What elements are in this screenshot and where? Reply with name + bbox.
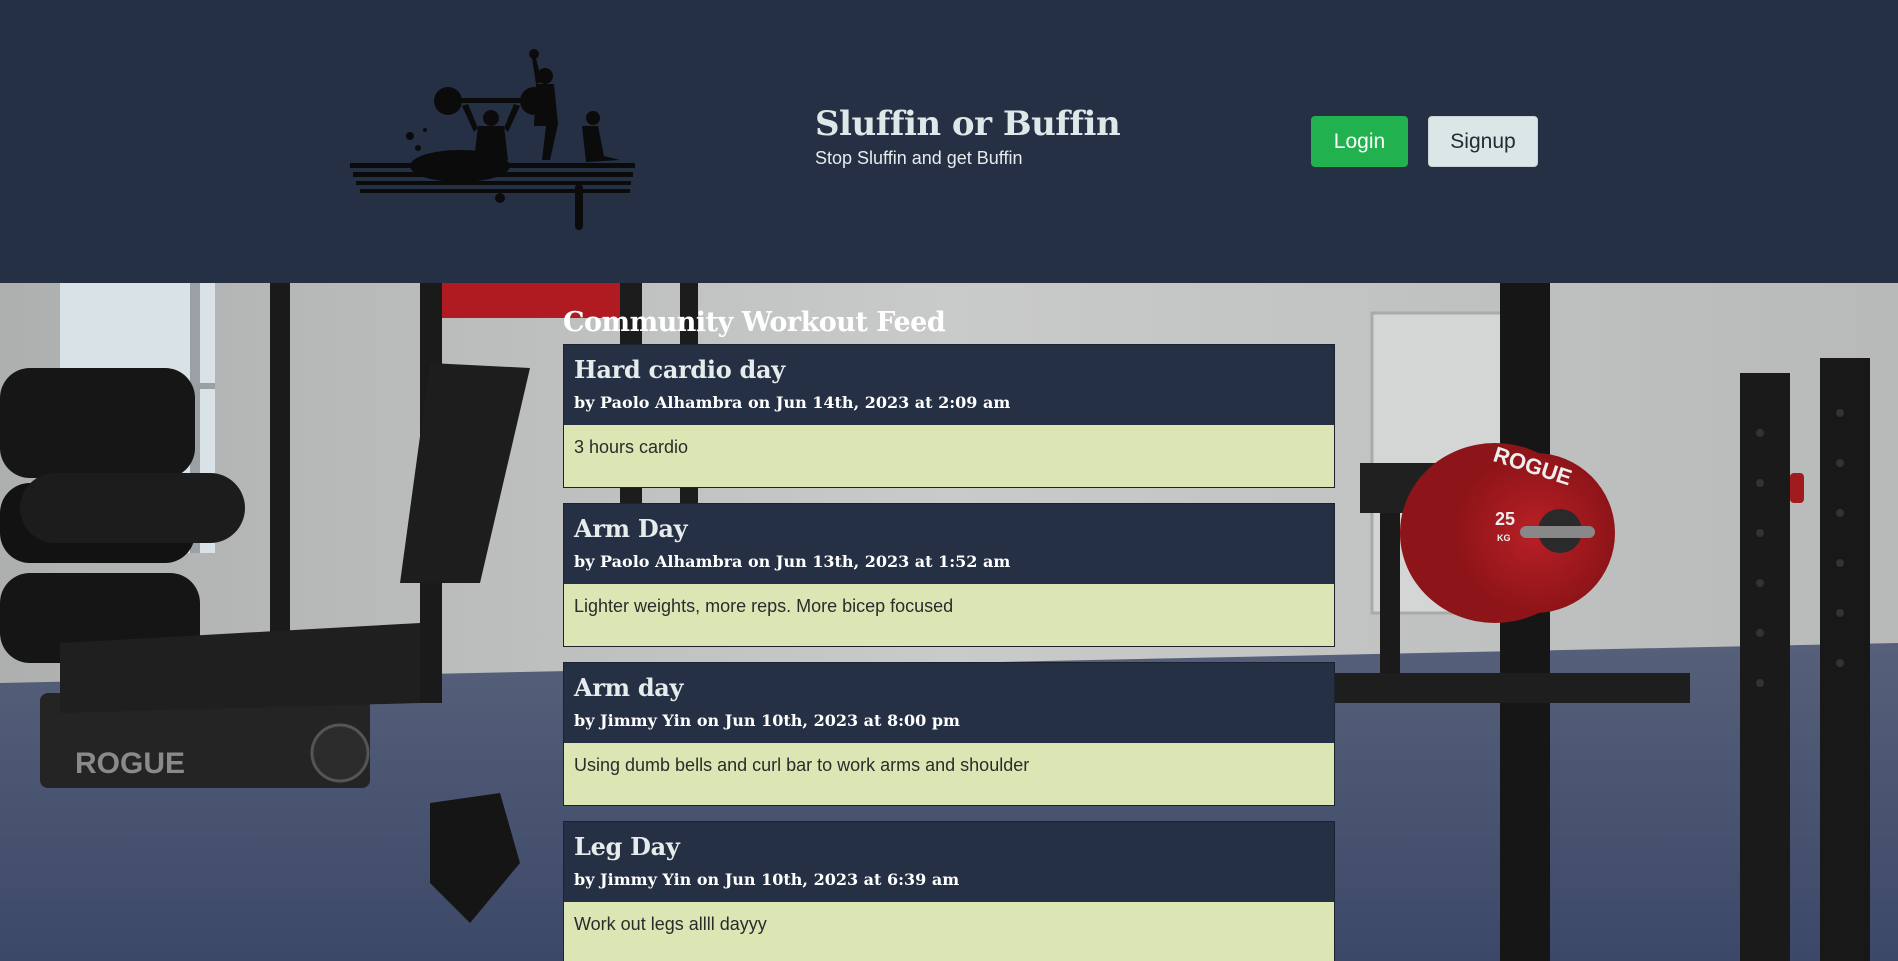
community-feed: Community Workout Feed Hard cardio day b… xyxy=(563,283,1335,961)
post-title[interactable]: Leg Day xyxy=(574,832,1324,861)
site-header: Sluffin or Buffin Stop Sluffin and get B… xyxy=(0,0,1898,283)
workout-post[interactable]: Leg Day by Jimmy Yin on Jun 10th, 2023 a… xyxy=(563,821,1335,961)
post-meta: by Paolo Alhambra on Jun 13th, 2023 at 1… xyxy=(574,552,1011,571)
post-header: Arm Day by Paolo Alhambra on Jun 13th, 2… xyxy=(564,504,1334,584)
login-button[interactable]: Login xyxy=(1311,116,1408,167)
site-title[interactable]: Sluffin or Buffin xyxy=(815,104,1121,144)
post-body: Using dumb bells and curl bar to work ar… xyxy=(564,743,1334,805)
plate-weight-text: 25 xyxy=(1495,509,1515,529)
post-meta: by Jimmy Yin on Jun 10th, 2023 at 6:39 a… xyxy=(574,870,960,889)
post-meta: by Paolo Alhambra on Jun 14th, 2023 at 2… xyxy=(574,393,1011,412)
post-header: Hard cardio day by Paolo Alhambra on Jun… xyxy=(564,345,1334,425)
post-body: Work out legs allll dayyy xyxy=(564,902,1334,961)
bench-brand-text: ROGUE xyxy=(75,747,185,780)
fitness-logo[interactable] xyxy=(350,48,635,234)
post-header: Leg Day by Jimmy Yin on Jun 10th, 2023 a… xyxy=(564,822,1334,902)
post-title[interactable]: Arm day xyxy=(574,673,1324,702)
post-title[interactable]: Arm Day xyxy=(574,514,1324,543)
brand: Sluffin or Buffin Stop Sluffin and get B… xyxy=(815,104,1121,169)
post-title[interactable]: Hard cardio day xyxy=(574,355,1324,384)
post-meta: by Jimmy Yin on Jun 10th, 2023 at 8:00 p… xyxy=(574,711,960,730)
post-body: 3 hours cardio xyxy=(564,425,1334,487)
signup-button[interactable]: Signup xyxy=(1428,116,1538,167)
post-header: Arm day by Jimmy Yin on Jun 10th, 2023 a… xyxy=(564,663,1334,743)
workout-post[interactable]: Arm day by Jimmy Yin on Jun 10th, 2023 a… xyxy=(563,662,1335,806)
feed-title: Community Workout Feed xyxy=(563,307,946,338)
plate-unit-text: KG xyxy=(1497,533,1511,543)
site-subtitle: Stop Sluffin and get Buffin xyxy=(815,148,1023,168)
post-body: Lighter weights, more reps. More bicep f… xyxy=(564,584,1334,646)
workout-post[interactable]: Hard cardio day by Paolo Alhambra on Jun… xyxy=(563,344,1335,488)
workout-post[interactable]: Arm Day by Paolo Alhambra on Jun 13th, 2… xyxy=(563,503,1335,647)
